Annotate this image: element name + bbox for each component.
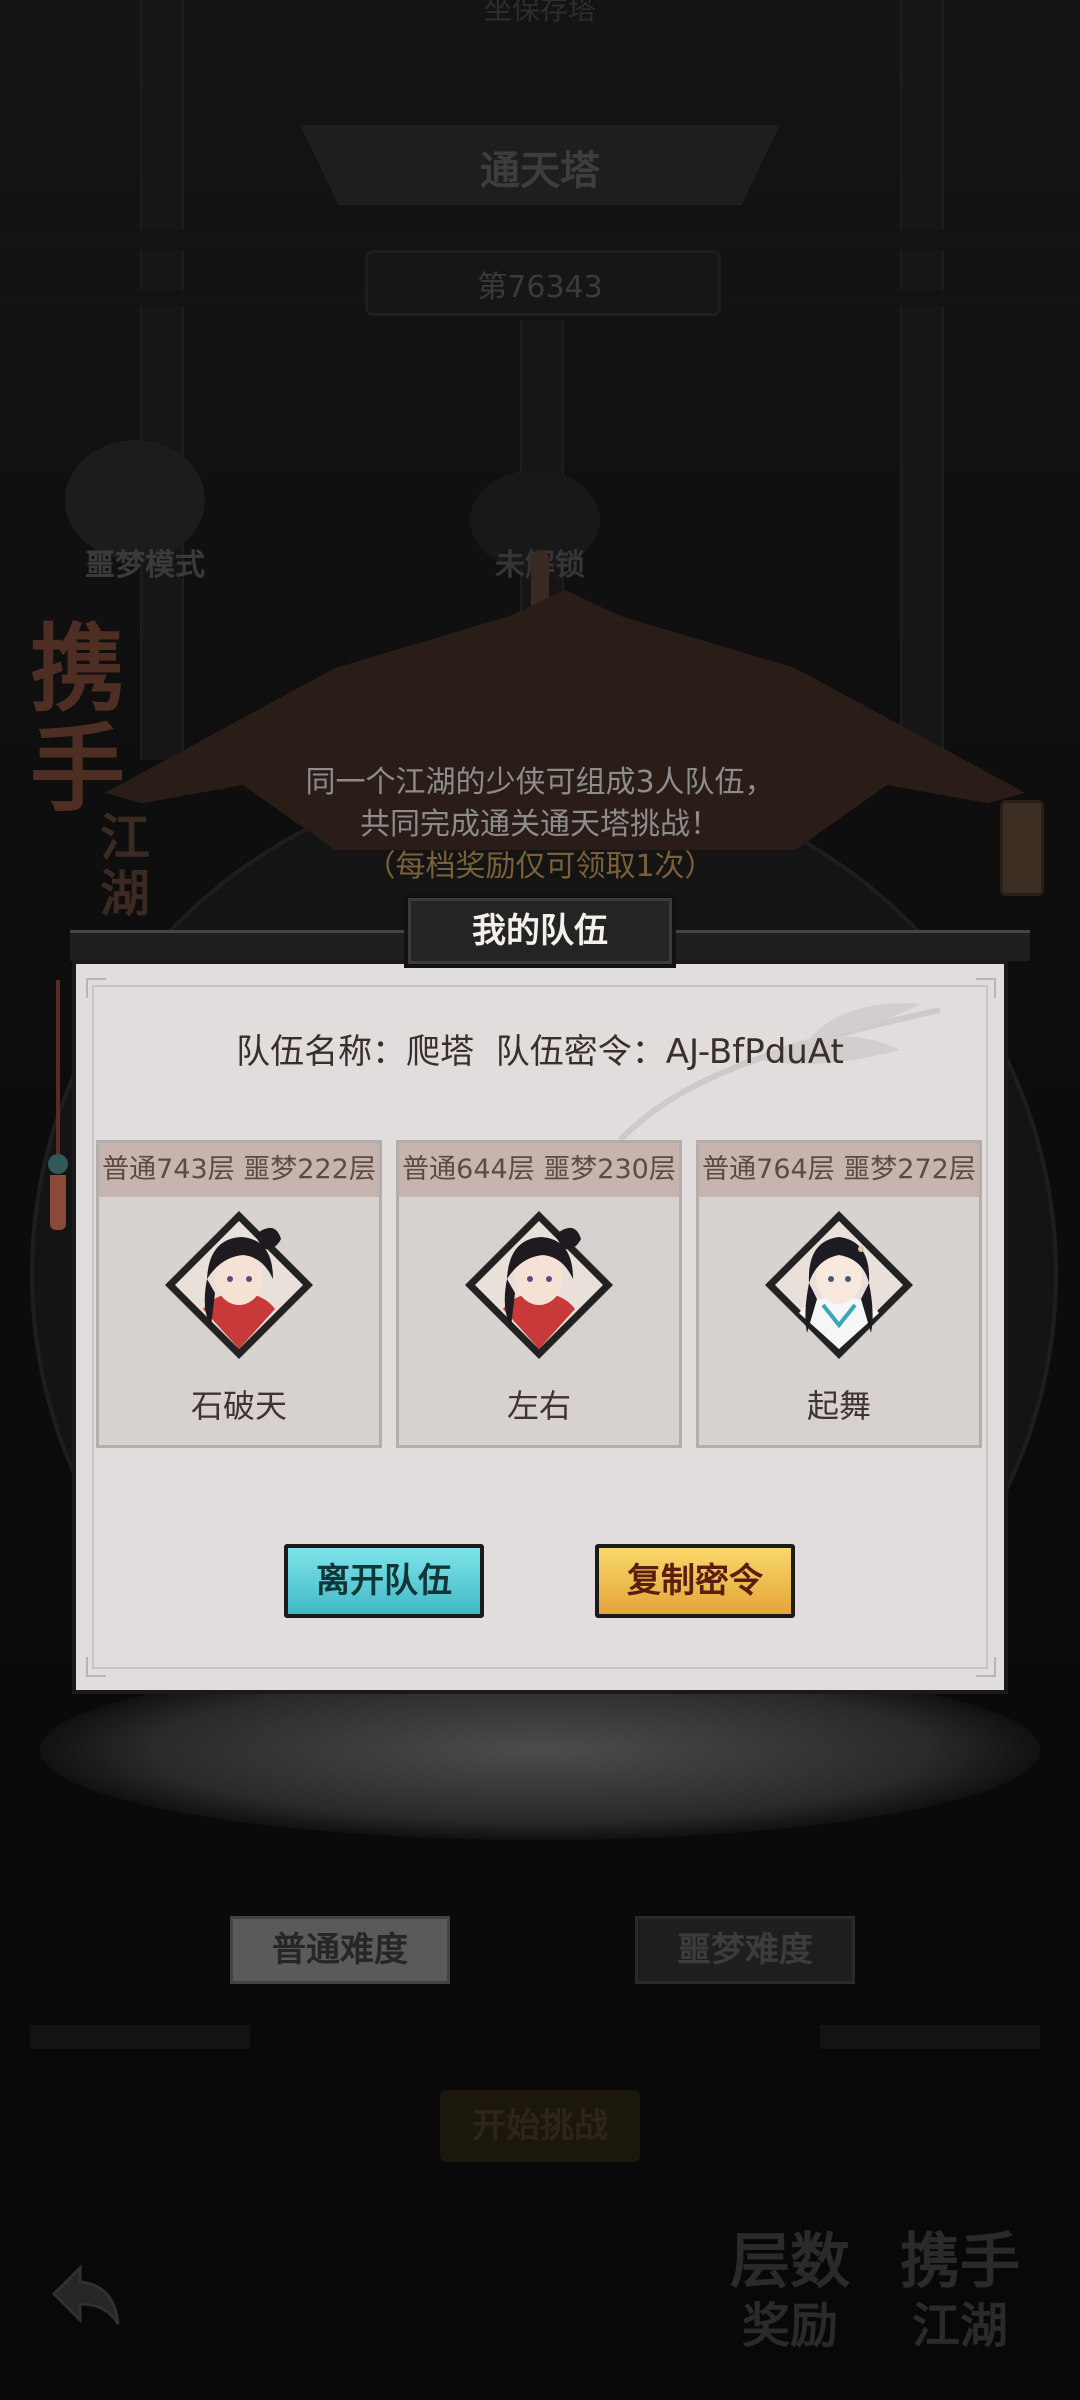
team-info-line: 队伍名称：爬塔 队伍密令：AJ-BfPduAt [92, 1024, 988, 1073]
team-code-label: 队伍密令： [495, 1032, 666, 1072]
dialog-title: 我的队伍 [472, 911, 608, 951]
tower-title: 通天塔 [480, 147, 600, 194]
male-swordsman-avatar [465, 1211, 613, 1359]
nightmare-difficulty-button[interactable]: 噩梦难度 [635, 1916, 855, 1984]
intro-note: （每档奖励仅可领取1次） [365, 849, 715, 884]
top-cut-text: 坐保存塔 [483, 0, 596, 26]
team-member-card[interactable]: 普通743层 噩梦222层 石破天 [96, 1140, 382, 1448]
leave-team-button[interactable]: 离开队伍 [284, 1544, 484, 1618]
tower-pillar-left [140, 0, 184, 760]
male-swordsman-avatar [165, 1211, 313, 1359]
tower-beam [0, 230, 1080, 250]
member-progress: 普通743层 噩梦222层 [99, 1143, 379, 1197]
start-challenge-button[interactable]: 开始挑战 [440, 2090, 640, 2162]
tassel-end [50, 1175, 66, 1230]
team-up-button[interactable]: 携手 江湖 [890, 2230, 1030, 2358]
copy-code-button[interactable]: 复制密令 [595, 1544, 795, 1618]
team-up-label: 携手 [900, 2227, 1020, 2297]
female-dancer-avatar [765, 1211, 913, 1359]
tassel-decoration [56, 980, 60, 1170]
reward-bar-left [30, 2025, 250, 2049]
tassel-bead [48, 1154, 68, 1174]
intro-line-1: 同一个江湖的少侠可组成3人队伍， [305, 765, 775, 800]
intro-line-2: 共同完成通关通天塔挑战！ [360, 807, 720, 842]
member-progress: 普通644层 噩梦230层 [399, 1143, 679, 1197]
frame-corner [86, 1657, 106, 1677]
floor-rewards-sub: 奖励 [741, 2298, 838, 2354]
team-up-banner-sub: 江湖 [100, 808, 150, 923]
nightmare-mode-label[interactable]: 噩梦模式 [60, 540, 230, 584]
reward-bar-right [820, 2025, 1040, 2049]
team-up-banner: 携手 [30, 614, 126, 825]
member-name: 左右 [506, 1387, 571, 1425]
team-name: 爬塔 [406, 1032, 475, 1072]
back-arrow-icon[interactable] [40, 2250, 130, 2340]
floor-rewards-button[interactable]: 层数 奖励 [720, 2230, 860, 2358]
team-member-card[interactable]: 普通764层 噩梦272层 起舞 [696, 1140, 982, 1448]
team-name-label: 队伍名称： [236, 1032, 407, 1072]
tower-pillar-right [900, 0, 944, 760]
team-code: AJ-BfPduAt [665, 1032, 844, 1072]
team-member-card[interactable]: 普通644层 噩梦230层 左右 [396, 1140, 682, 1448]
frame-corner [976, 978, 996, 998]
member-name: 石破天 [190, 1387, 287, 1425]
frame-corner [976, 1657, 996, 1677]
team-up-sub: 江湖 [911, 2298, 1008, 2354]
tower-id: 第76343 [477, 270, 603, 305]
frame-corner [86, 978, 106, 998]
normal-difficulty-button[interactable]: 普通难度 [230, 1916, 450, 1984]
member-name: 起舞 [806, 1387, 871, 1425]
team-intro-text: 同一个江湖的少侠可组成3人队伍， 共同完成通关通天塔挑战！ （每档奖励仅可领取1… [160, 762, 920, 888]
floor-rewards-label: 层数 [730, 2227, 850, 2297]
member-progress: 普通764层 噩梦272层 [699, 1143, 979, 1197]
lantern-icon [1000, 800, 1044, 896]
